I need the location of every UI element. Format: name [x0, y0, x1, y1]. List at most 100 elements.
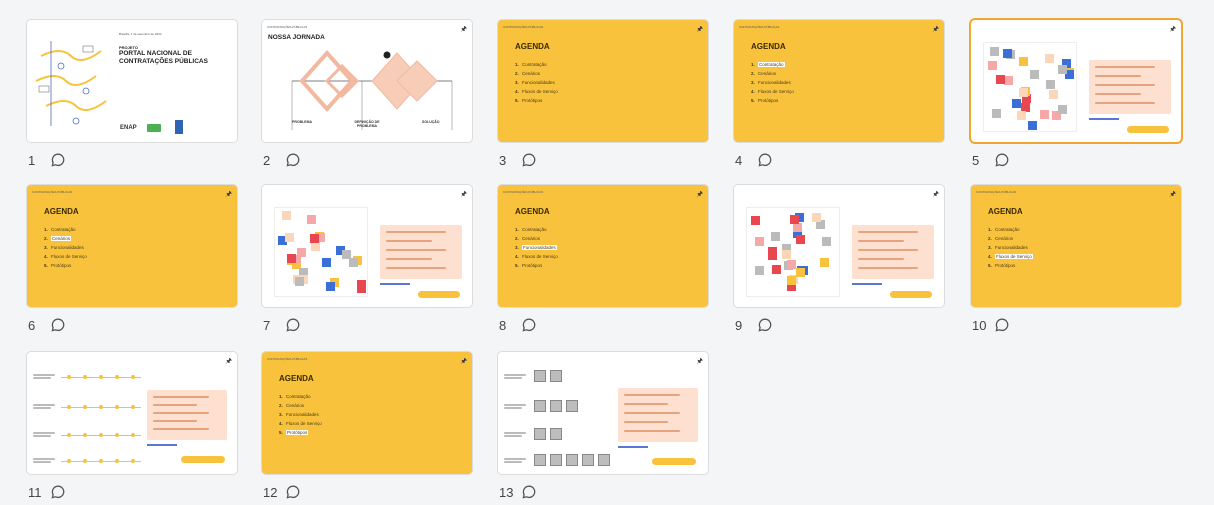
- agenda-item-label: Contratação: [995, 227, 1020, 232]
- panel-text-line: [153, 396, 209, 398]
- pin-icon: 🖈: [225, 358, 232, 365]
- agenda-item-number: 1.: [515, 227, 519, 232]
- slide-thumbnail-9[interactable]: 🖈: [734, 185, 944, 307]
- slide-thumbnail-13[interactable]: 🖈: [498, 352, 708, 474]
- panel-button[interactable]: [418, 291, 460, 298]
- agenda-item-label: Fluxos de Serviço: [995, 254, 1033, 259]
- sticky-note: [822, 237, 831, 246]
- timeline-dot: [115, 375, 119, 379]
- timeline-dot: [67, 375, 71, 379]
- slide-meta: 5: [972, 151, 1010, 169]
- agenda-item: 5. Protótipos: [515, 261, 558, 270]
- comment-icon[interactable]: [50, 317, 66, 333]
- sticky-note: [796, 235, 805, 244]
- cover-line-art: [45, 100, 107, 111]
- slide-thumbnail-4[interactable]: CONTRATAÇÕES PÚBLICAS 🖈 AGENDA 1. Contrataçã…: [734, 20, 944, 142]
- slide-thumbnail-3[interactable]: CONTRATAÇÕES PÚBLICAS 🖈 AGENDA 1. Contrataçã…: [498, 20, 708, 142]
- comment-icon[interactable]: [994, 317, 1010, 333]
- agenda-item: 3. Funcionalidades: [515, 78, 558, 87]
- agenda-item-label: Cenários: [286, 403, 305, 408]
- slide-meta: 13: [499, 483, 537, 501]
- slide-thumbnail-12[interactable]: CONTRATAÇÕES PÚBLICAS 🖈 AGENDA 1. Contrataçã…: [262, 352, 472, 474]
- agenda-item: 1. Contratação: [44, 225, 87, 234]
- agenda-item: 3. Funcionalidades: [515, 243, 558, 252]
- sticky-note: [992, 109, 1001, 118]
- panel-button[interactable]: [1127, 126, 1169, 133]
- agenda-item-number: 4.: [751, 89, 755, 94]
- sticky-note: [768, 247, 777, 256]
- agenda-item-number: 3.: [279, 412, 283, 417]
- agenda-item-number: 5.: [515, 263, 519, 268]
- agenda-item-number: 3.: [515, 80, 519, 85]
- slide-header-text: CONTRATAÇÕES PÚBLICAS: [503, 25, 544, 29]
- qr-code: [550, 454, 562, 466]
- agenda-item-number: 4.: [515, 254, 519, 259]
- agenda-item-label: Contratação: [286, 394, 311, 399]
- sticky-note: [755, 237, 764, 246]
- slide-thumbnail-10[interactable]: CONTRATAÇÕES PÚBLICAS 🖈 AGENDA 1. Contrataçã…: [971, 185, 1181, 307]
- comment-icon[interactable]: [285, 484, 301, 500]
- timeline-dot: [99, 405, 103, 409]
- comment-icon[interactable]: [521, 484, 537, 500]
- sticky-note: [755, 266, 764, 275]
- agenda-item-label: Funcionalidades: [286, 412, 319, 417]
- dot-timeline: [61, 431, 141, 439]
- panel-link[interactable]: [380, 283, 410, 285]
- comment-icon[interactable]: [994, 152, 1010, 168]
- agenda-item-label: Fluxos de Serviço: [51, 254, 87, 259]
- agenda-list: 1. Contratação 2. Cenários 3. Funcionalidades…: [751, 60, 794, 105]
- slide-thumbnail-11[interactable]: 🖈: [27, 352, 237, 474]
- slide-thumbnail-7[interactable]: 🖈: [262, 185, 472, 307]
- sticky-note: [772, 265, 781, 274]
- panel-text-line: [624, 421, 668, 423]
- qr-code: [534, 454, 546, 466]
- panel-link[interactable]: [618, 446, 648, 448]
- agenda-item-label: Contratação: [522, 62, 547, 67]
- panel-text-line: [153, 420, 197, 422]
- slide-meta: 1: [28, 151, 66, 169]
- comment-icon[interactable]: [521, 317, 537, 333]
- sticky-note: [1017, 111, 1026, 120]
- comment-icon[interactable]: [50, 152, 66, 168]
- slide-number: 6: [28, 317, 36, 333]
- slide-meta: 3: [499, 151, 537, 169]
- panel-link[interactable]: [852, 283, 882, 285]
- agenda-item-label: Fluxos de Serviço: [522, 89, 558, 94]
- panel-text-line: [1095, 84, 1155, 86]
- cover-title-1: PORTAL NACIONAL DE: [119, 50, 192, 57]
- cover-line-art: [40, 50, 102, 61]
- agenda-title: AGENDA: [279, 374, 314, 383]
- slide-thumbnail-2[interactable]: CONTRATAÇÕES PÚBLICAS 🖈 NOSSA JORNADA PROBL…: [262, 20, 472, 142]
- comment-icon[interactable]: [757, 317, 773, 333]
- comment-icon[interactable]: [285, 152, 301, 168]
- comment-icon[interactable]: [285, 317, 301, 333]
- slide-thumbnail-5[interactable]: 🖈: [971, 20, 1181, 142]
- agenda-item: 5. Protótipos: [279, 428, 322, 437]
- slide-thumbnail-6[interactable]: CONTRATAÇÕES PÚBLICAS 🖈 AGENDA 1. Contrataçã…: [27, 185, 237, 307]
- journey-footer-solution: SOLUÇÃO: [422, 120, 440, 124]
- cover-line-art: [38, 85, 50, 93]
- comment-icon[interactable]: [521, 152, 537, 168]
- slide-thumbnail-1[interactable]: Brasília, 1 de setembro de 2024 PROJETO PO…: [27, 20, 237, 142]
- cover-logo-undp: [175, 120, 183, 134]
- pin-icon: 🖈: [696, 26, 703, 33]
- timeline-dot: [83, 433, 87, 437]
- agenda-item: 2. Cenários: [515, 234, 558, 243]
- slide-number: 7: [263, 317, 271, 333]
- panel-link[interactable]: [1089, 118, 1119, 120]
- agenda-item: 2. Cenários: [279, 401, 322, 410]
- pin-icon: 🖈: [460, 26, 467, 33]
- panel-button[interactable]: [181, 456, 225, 463]
- qr-code: [566, 400, 578, 412]
- sticky-note: [1058, 65, 1067, 74]
- comment-icon[interactable]: [50, 484, 66, 500]
- panel-link[interactable]: [147, 444, 177, 446]
- panel-button[interactable]: [652, 458, 696, 465]
- slide-thumbnail-8[interactable]: CONTRATAÇÕES PÚBLICAS 🖈 AGENDA 1. Contrataçã…: [498, 185, 708, 307]
- panel-button[interactable]: [890, 291, 932, 298]
- agenda-title: AGENDA: [515, 42, 550, 51]
- panel-text-line: [153, 412, 209, 414]
- comment-icon[interactable]: [757, 152, 773, 168]
- agenda-item-label: Cenários: [51, 236, 72, 241]
- board-frame: [274, 207, 368, 297]
